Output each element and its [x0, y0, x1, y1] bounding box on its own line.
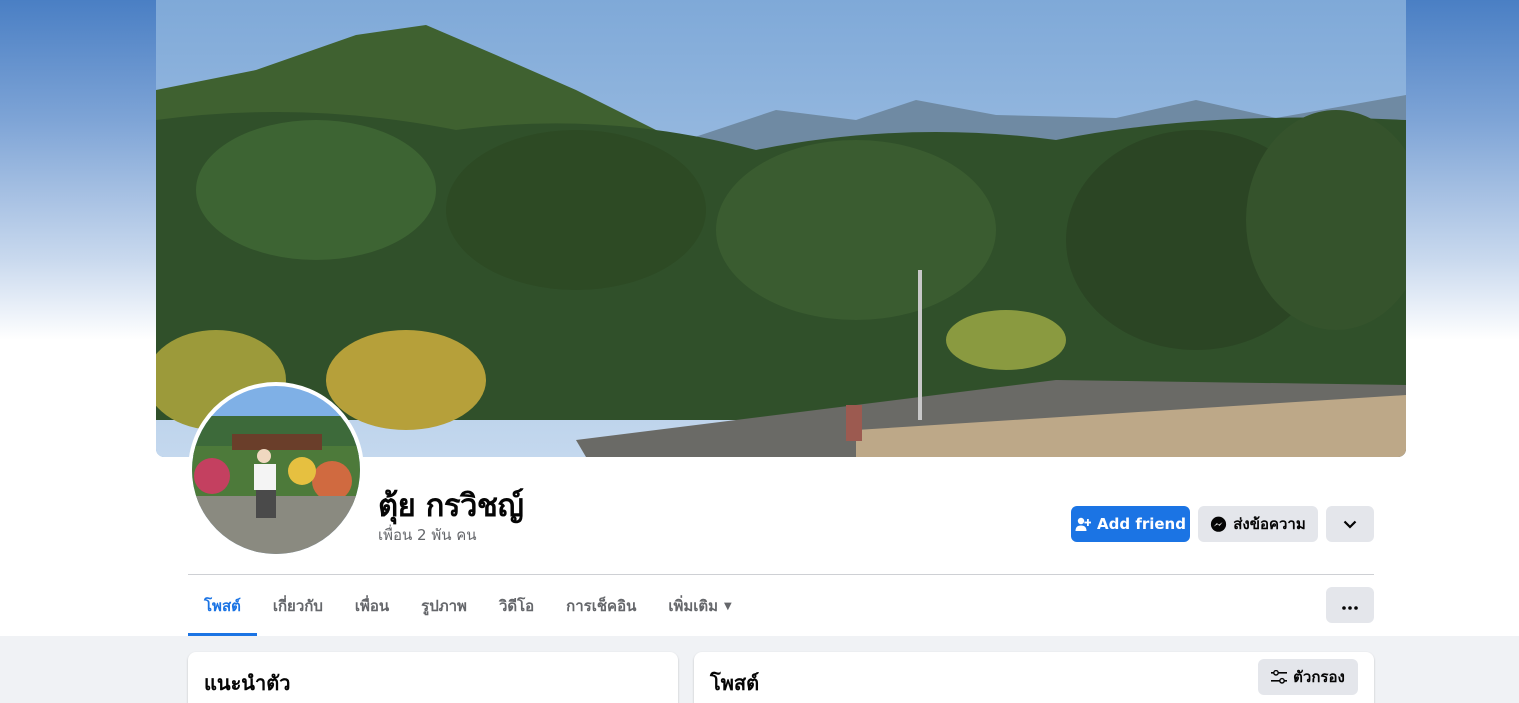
- tab-label: วิดีโอ: [498, 597, 535, 615]
- tab-label: รูปภาพ: [421, 597, 467, 615]
- filter-button[interactable]: ตัวกรอง: [1258, 659, 1358, 695]
- profile-tabs: โพสต์ เกี่ยวกับ เพื่อน รูปภาพ วิดีโอ การ…: [188, 576, 748, 636]
- message-button[interactable]: ส่งข้อความ: [1198, 506, 1318, 542]
- profile-avatar[interactable]: [188, 382, 364, 558]
- posts-card: โพสต์ ตัวกรอง: [694, 652, 1374, 703]
- posts-title: โพสต์: [710, 671, 760, 695]
- tab-about[interactable]: เกี่ยวกับ: [257, 576, 339, 636]
- person-plus-icon: [1075, 516, 1092, 532]
- filter-label: ตัวกรอง: [1293, 668, 1345, 686]
- tab-videos[interactable]: วิดีโอ: [483, 576, 550, 636]
- more-options-button[interactable]: [1326, 587, 1374, 623]
- tab-label: เพิ่มเติม: [668, 597, 719, 615]
- cover-photo[interactable]: [156, 0, 1406, 457]
- tab-label: การเช็คอิน: [566, 597, 637, 615]
- tab-posts[interactable]: โพสต์: [188, 576, 257, 636]
- tab-photos[interactable]: รูปภาพ: [405, 576, 483, 636]
- caret-down-icon: ▼: [724, 600, 732, 612]
- profile-options-button[interactable]: [1326, 506, 1374, 542]
- messenger-icon: [1210, 516, 1227, 533]
- tab-more[interactable]: เพิ่มเติม ▼: [652, 576, 747, 636]
- add-friend-label: Add friend: [1097, 515, 1186, 533]
- add-friend-button[interactable]: Add friend: [1071, 506, 1190, 542]
- tab-label: โพสต์: [204, 597, 241, 615]
- tab-label: เกี่ยวกับ: [272, 597, 323, 615]
- tab-label: เพื่อน: [354, 597, 390, 615]
- ellipsis-icon: [1342, 596, 1358, 614]
- header-divider: [188, 574, 1374, 575]
- avatar-photo: [192, 386, 360, 554]
- intro-title: แนะนำตัว: [204, 671, 291, 695]
- tab-friends[interactable]: เพื่อน: [339, 576, 405, 636]
- friend-count[interactable]: เพื่อน 2 พัน คน: [378, 523, 477, 547]
- message-label: ส่งข้อความ: [1233, 515, 1306, 533]
- tab-checkins[interactable]: การเช็คอิน: [550, 576, 652, 636]
- chevron-down-icon: [1343, 515, 1357, 533]
- sliders-icon: [1271, 670, 1288, 684]
- intro-card: แนะนำตัว: [188, 652, 678, 703]
